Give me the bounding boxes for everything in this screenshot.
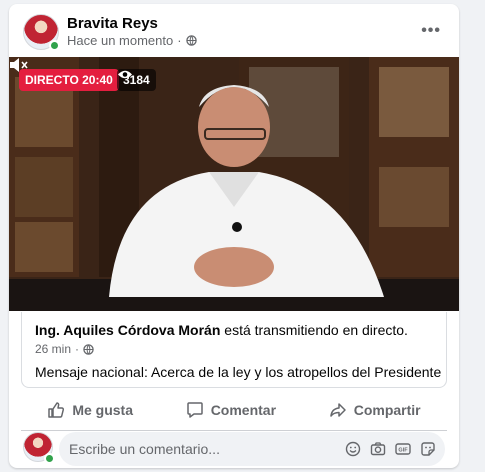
post-timestamp[interactable]: Hace un momento xyxy=(67,33,173,48)
post-actions: Me gusta Comentar Compartir xyxy=(21,392,447,428)
post-meta: Hace un momento · xyxy=(67,33,197,48)
author-name[interactable]: Bravita Reys xyxy=(67,15,158,32)
globe-icon[interactable] xyxy=(185,35,197,46)
share-button[interactable]: Compartir xyxy=(319,395,431,425)
globe-icon xyxy=(83,343,94,355)
camera-icon[interactable] xyxy=(370,441,386,457)
like-label: Me gusta xyxy=(72,402,134,418)
share-icon xyxy=(329,403,346,417)
online-status-indicator xyxy=(44,453,55,464)
shared-page-name[interactable]: Ing. Aquiles Córdova Morán xyxy=(35,322,220,338)
svg-text:GIF: GIF xyxy=(398,448,408,454)
video-frame xyxy=(9,57,459,311)
shared-meta: 26 min · xyxy=(35,342,94,356)
share-label: Compartir xyxy=(353,402,421,418)
eye-icon xyxy=(118,70,132,79)
comment-icon xyxy=(186,402,203,418)
online-status-indicator xyxy=(49,40,60,51)
comment-composer: Escribe un comentario... GIF xyxy=(9,432,459,468)
shared-status-text: está transmitiendo en directo. xyxy=(220,322,408,338)
shared-live-info[interactable]: Ing. Aquiles Córdova Morán está transmit… xyxy=(21,312,447,388)
live-video-player[interactable]: DIRECTO 20:40 3184 xyxy=(9,57,459,311)
comment-label: Comentar xyxy=(210,402,277,418)
live-badge: DIRECTO 20:40 xyxy=(19,69,119,91)
shared-title: Mensaje nacional: Acerca de la ley y los… xyxy=(35,364,442,380)
shared-time[interactable]: 26 min xyxy=(35,342,71,356)
comment-button[interactable]: Comentar xyxy=(176,395,286,425)
comment-input[interactable]: Escribe un comentario... GIF xyxy=(59,432,445,466)
gif-icon[interactable]: GIF xyxy=(395,441,411,457)
thumbs-up-icon xyxy=(48,402,65,418)
more-options-icon[interactable]: ••• xyxy=(421,22,441,40)
comment-placeholder: Escribe un comentario... xyxy=(69,441,220,457)
emoji-icon[interactable] xyxy=(345,441,361,457)
like-button[interactable]: Me gusta xyxy=(37,395,143,425)
divider xyxy=(21,430,447,431)
post-header: Bravita Reys Hace un momento · ••• xyxy=(9,4,459,56)
sticker-icon[interactable] xyxy=(420,441,436,457)
mute-icon[interactable] xyxy=(9,57,29,73)
viewer-count-badge: 3184 xyxy=(117,69,156,91)
post-card: Bravita Reys Hace un momento · ••• DIREC… xyxy=(9,4,459,468)
